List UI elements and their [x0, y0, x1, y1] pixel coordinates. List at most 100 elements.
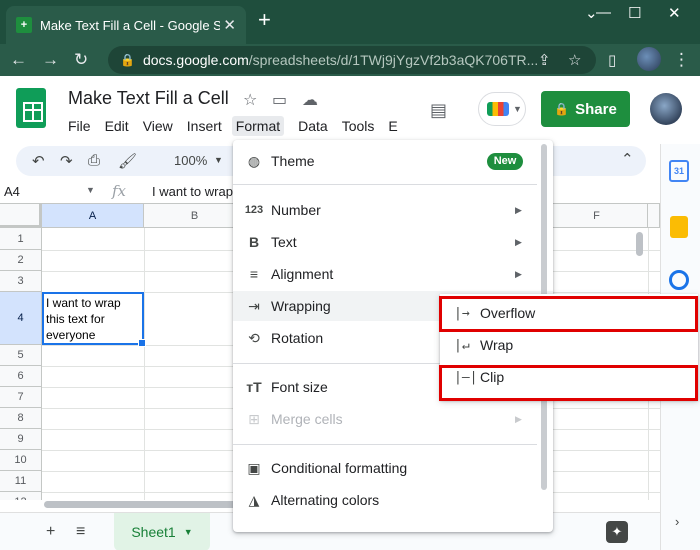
menu-item-label: Wrapping [271, 298, 331, 314]
row-header[interactable]: 10 [0, 450, 42, 471]
redo-icon[interactable]: ↷ [60, 152, 73, 170]
paint-format-icon[interactable]: 🖌 [118, 152, 137, 170]
maximize-icon[interactable]: ☐ [628, 4, 641, 22]
menu-insert[interactable]: Insert [187, 116, 222, 136]
select-all-corner[interactable] [0, 204, 42, 228]
cell-text-line: everyone [46, 328, 96, 342]
row-header[interactable]: 2 [0, 250, 42, 271]
menu-item-number[interactable]: 123 Number ▶ [233, 195, 553, 225]
comment-history-icon[interactable]: ▤ [430, 100, 447, 121]
menu-tools[interactable]: Tools [342, 116, 375, 136]
menu-format[interactable]: Format [231, 116, 285, 136]
undo-icon[interactable]: ↶ [32, 152, 45, 170]
sheets-logo[interactable] [16, 88, 46, 128]
color-drop-icon: ◮ [248, 491, 260, 508]
text-wrap-icon: ⇥ [248, 297, 260, 314]
menu-file[interactable]: File [68, 116, 91, 136]
row-header[interactable]: 3 [0, 271, 42, 292]
highlight-box-overflow [439, 296, 698, 332]
cell-a4[interactable]: I want to wrap this text for everyone [42, 292, 146, 347]
chevron-down-icon[interactable]: ▼ [214, 155, 223, 165]
add-sheet-icon[interactable]: + [46, 523, 55, 541]
move-folder-icon[interactable]: ▭ [272, 90, 287, 110]
back-icon[interactable]: ← [10, 50, 27, 70]
document-title[interactable]: Make Text Fill a Cell [68, 88, 229, 109]
menu-item-alignment[interactable]: ≡ Alignment ▶ [233, 259, 553, 289]
column-header-g[interactable] [648, 204, 660, 228]
name-box[interactable]: A4 [4, 184, 20, 199]
calendar-icon[interactable]: 31 [669, 160, 689, 182]
cloud-status-icon[interactable]: ☁ [302, 90, 318, 110]
row-header[interactable]: 1 [0, 228, 42, 250]
vertical-scrollbar[interactable] [636, 232, 643, 256]
menu-item-text[interactable]: B Text ▶ [233, 227, 553, 257]
highlight-box-clip [439, 365, 698, 401]
menu-extensions[interactable]: E [388, 116, 397, 136]
bookmark-star-icon[interactable]: ☆ [568, 51, 581, 69]
row-header[interactable]: 5 [0, 345, 42, 366]
chevron-down-icon[interactable]: ▼ [184, 527, 193, 537]
menu-item-label: Conditional formatting [271, 460, 408, 476]
url-input[interactable]: 🔒 docs.google.com/spreadsheets/d/1TWj9jY… [108, 46, 596, 74]
chevron-right-icon: ▶ [515, 268, 522, 279]
tasks-icon[interactable] [669, 270, 689, 290]
column-header-a[interactable]: A [42, 204, 144, 228]
menu-item-label: Text [271, 234, 297, 250]
menu-data[interactable]: Data [298, 116, 328, 136]
column-header-b[interactable]: B [144, 204, 246, 228]
share-page-icon[interactable]: ⇪ [538, 51, 551, 69]
row-header[interactable]: 4 [0, 292, 42, 345]
submenu-item-wrap[interactable]: |↵ Wrap [440, 329, 698, 361]
row-header[interactable]: 7 [0, 387, 42, 408]
horizontal-scrollbar[interactable] [44, 501, 244, 508]
browser-tab[interactable]: + Make Text Fill a Cell - Google She ✕ [6, 6, 246, 44]
text-rotation-icon: ⟲ [248, 329, 260, 346]
row-header[interactable]: 8 [0, 408, 42, 429]
chevron-right-icon: ▶ [515, 236, 522, 247]
lock-icon: 🔒 [120, 53, 135, 67]
sheet-tab[interactable]: Sheet1 ▼ [114, 513, 210, 550]
menu-item-conditional-formatting[interactable]: ▣ Conditional formatting [233, 453, 553, 483]
row-header[interactable]: 11 [0, 471, 42, 492]
profile-avatar[interactable] [637, 47, 661, 71]
zoom-select[interactable]: 100% [174, 153, 207, 168]
chevron-right-icon[interactable]: › [675, 514, 679, 529]
meet-button[interactable]: ▼ [478, 92, 526, 126]
menu-item-theme[interactable]: ◍ Theme New [233, 146, 553, 176]
menu-item-alternating-colors[interactable]: ◮ Alternating colors [233, 485, 553, 515]
lock-icon: 🔒 [554, 102, 570, 116]
new-badge: New [487, 153, 523, 170]
row-header[interactable]: 9 [0, 429, 42, 450]
collapse-menus-icon[interactable]: ⌃ [621, 150, 634, 168]
explore-icon[interactable]: ✦ [606, 521, 628, 543]
menu-item-label: Font size [271, 379, 328, 395]
reload-icon[interactable]: ↻ [74, 50, 88, 70]
menu-view[interactable]: View [143, 116, 173, 136]
formula-input[interactable]: I want to wrap [152, 184, 233, 199]
all-sheets-icon[interactable]: ≡ [76, 523, 85, 541]
menu-edit[interactable]: Edit [105, 116, 129, 136]
minimize-icon[interactable]: — [596, 4, 611, 21]
url-host: docs.google.com [142, 52, 249, 68]
row-header[interactable]: 6 [0, 366, 42, 387]
share-button[interactable]: 🔒 Share [541, 91, 630, 127]
close-icon[interactable]: ✕ [223, 16, 236, 34]
menu-item-label: Theme [271, 153, 315, 169]
avatar[interactable] [650, 93, 682, 125]
chevron-down-icon[interactable]: ▼ [86, 185, 95, 195]
browser-menu-icon[interactable]: ⋮ [673, 50, 690, 70]
row-header[interactable]: 12 [0, 492, 42, 500]
menu-item-label: Rotation [271, 330, 324, 346]
forward-icon[interactable]: → [42, 50, 59, 70]
column-header-f[interactable]: F [546, 204, 648, 228]
star-icon[interactable]: ☆ [243, 90, 257, 110]
menu-item-label: Merge cells [271, 411, 343, 427]
chevron-right-icon: ▶ [515, 204, 522, 215]
print-icon[interactable]: ⎙ [88, 152, 100, 169]
fx-icon: fx [112, 182, 127, 200]
sheet-tab-label: Sheet1 [131, 524, 176, 540]
keep-icon[interactable] [670, 216, 688, 238]
new-tab-icon[interactable]: + [258, 9, 271, 31]
window-close-icon[interactable]: ✕ [668, 4, 681, 22]
side-panel-icon[interactable]: ▯ [608, 51, 616, 69]
